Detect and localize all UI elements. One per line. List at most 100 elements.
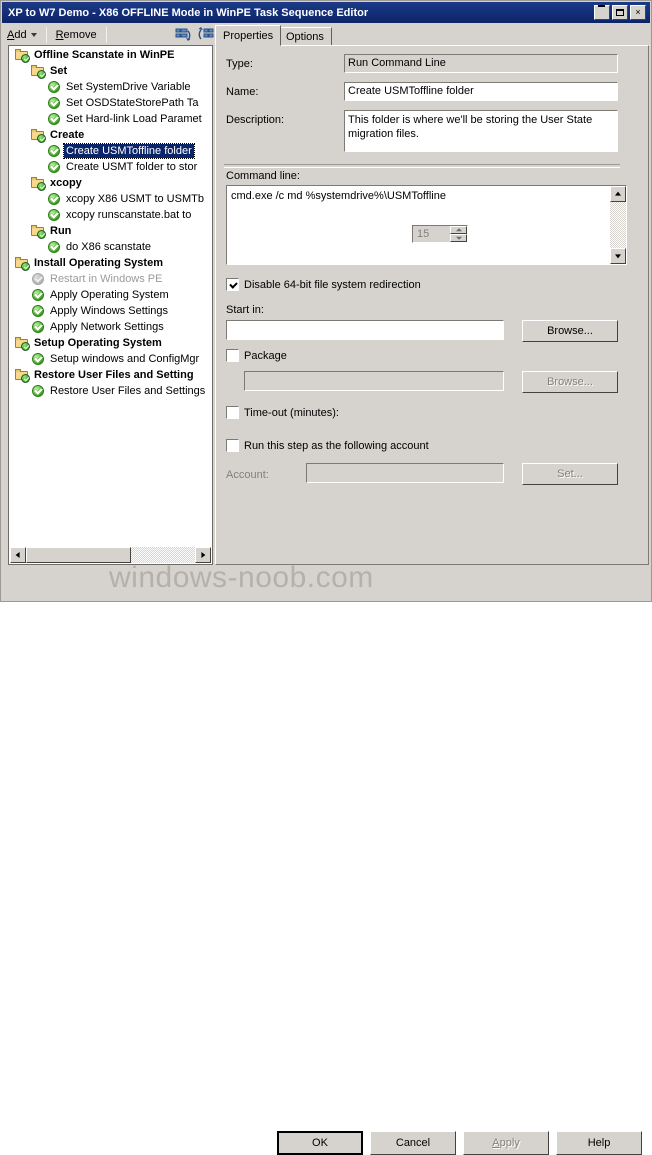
- apply-button: Apply: [463, 1131, 549, 1155]
- task-sequence-tree[interactable]: Offline Scanstate in WinPE Set Set SystemD…: [10, 47, 211, 547]
- tree-item-label: do X86 scanstate: [66, 241, 152, 253]
- step-check-icon: [46, 111, 62, 127]
- remove-button[interactable]: Remove: [51, 25, 102, 45]
- tree-item[interactable]: Setup Operating System: [10, 335, 211, 351]
- folder-icon: [30, 175, 46, 191]
- window-title: XP to W7 Demo - X86 OFFLINE Mode in WinP…: [8, 6, 369, 19]
- timeout-value: 15: [417, 228, 430, 240]
- folder-icon: [30, 63, 46, 79]
- disable-redirection-checkbox[interactable]: [226, 278, 239, 291]
- tree-scroll-track[interactable]: [26, 547, 195, 563]
- tab-properties[interactable]: Properties: [215, 25, 282, 46]
- step-check-icon: [46, 95, 62, 111]
- timeout-decrement-button: [450, 234, 467, 242]
- watermark: windows-noob.com: [109, 561, 374, 594]
- toolbar-separator-1: [45, 27, 47, 43]
- disable-redirection-checkbox-row[interactable]: Disable 64-bit file system redirection: [226, 278, 421, 291]
- cancel-button[interactable]: Cancel: [370, 1131, 456, 1155]
- tree-item[interactable]: xcopy runscanstate.bat to: [10, 207, 211, 223]
- folder-icon: [30, 127, 46, 143]
- folder-check-badge-icon: [37, 230, 46, 239]
- step-check-icon: [30, 383, 46, 399]
- minimize-button[interactable]: [594, 5, 610, 20]
- account-label: Account:: [226, 469, 269, 481]
- tree-item[interactable]: xcopy: [10, 175, 211, 191]
- arrow-up-icon: [615, 191, 621, 196]
- close-button[interactable]: ×: [630, 5, 646, 20]
- tree-item[interactable]: Set Hard-link Load Paramet: [10, 111, 211, 127]
- step-check-icon: [46, 143, 62, 159]
- folder-check-badge-icon: [21, 342, 30, 351]
- tree-item[interactable]: Apply Windows Settings: [10, 303, 211, 319]
- add-button[interactable]: Add: [2, 25, 42, 45]
- step-check-icon: [46, 207, 62, 223]
- task-sequence-editor-window: XP to W7 Demo - X86 OFFLINE Mode in WinP…: [0, 0, 652, 1155]
- arrow-right-icon: [201, 552, 206, 558]
- folder-icon: [14, 367, 30, 383]
- folder-icon: [30, 223, 46, 239]
- move-down-icon[interactable]: [195, 25, 215, 45]
- move-up-icon[interactable]: [173, 25, 193, 45]
- timeout-increment-button: [450, 226, 467, 234]
- tree-item-label: Restore User Files and Setting: [34, 369, 194, 381]
- tree-item[interactable]: Restore User Files and Settings: [10, 383, 211, 399]
- tree-item[interactable]: do X86 scanstate: [10, 239, 211, 255]
- arrow-up-icon: [455, 228, 462, 232]
- package-checkbox-row[interactable]: Package: [226, 349, 287, 362]
- maximize-button[interactable]: [612, 5, 628, 20]
- ok-button[interactable]: OK: [277, 1131, 363, 1155]
- tree-item-label: Install Operating System: [34, 257, 163, 269]
- timeout-label: Time-out (minutes):: [244, 406, 339, 419]
- close-icon: ×: [635, 7, 641, 17]
- tree-item[interactable]: Restore User Files and Setting: [10, 367, 211, 383]
- help-button[interactable]: Help: [556, 1131, 642, 1155]
- tree-item[interactable]: Apply Network Settings: [10, 319, 211, 335]
- tree-item-label: xcopy: [50, 177, 82, 189]
- tree-item[interactable]: Set OSDStateStorePath Ta: [10, 95, 211, 111]
- command-line-scrollbar[interactable]: [610, 186, 626, 264]
- package-checkbox[interactable]: [226, 349, 239, 362]
- step-check-icon: [30, 351, 46, 367]
- tree-item[interactable]: Restart in Windows PE: [10, 271, 211, 287]
- scroll-left-button[interactable]: [10, 547, 26, 563]
- tree-item-label: Restart in Windows PE: [50, 273, 163, 285]
- help-button-label: Help: [587, 1137, 611, 1149]
- command-scroll-up-button[interactable]: [610, 186, 626, 202]
- tab-options[interactable]: Options: [278, 27, 332, 46]
- tree-item[interactable]: Create USMToffline folder: [10, 143, 211, 159]
- folder-check-badge-icon: [21, 262, 30, 271]
- tree-item[interactable]: Install Operating System: [10, 255, 211, 271]
- step-check-icon: [30, 319, 46, 335]
- tab-strip: Properties Options: [215, 25, 650, 46]
- tree-item[interactable]: Setup windows and ConfigMgr: [10, 351, 211, 367]
- start-in-field[interactable]: [226, 320, 504, 340]
- tree-item[interactable]: Create: [10, 127, 211, 143]
- run-as-account-checkbox[interactable]: [226, 439, 239, 452]
- tree-item[interactable]: Create USMT folder to stor: [10, 159, 211, 175]
- tree-item[interactable]: Run: [10, 223, 211, 239]
- scroll-right-button[interactable]: [195, 547, 211, 563]
- tree-scroll-thumb[interactable]: [26, 547, 131, 563]
- tree-item[interactable]: Set: [10, 63, 211, 79]
- command-line-label: Command line:: [226, 170, 300, 182]
- timeout-checkbox-row[interactable]: Time-out (minutes):: [226, 406, 339, 419]
- tree-item[interactable]: xcopy X86 USMT to USMTb: [10, 191, 211, 207]
- command-scroll-down-button[interactable]: [610, 248, 626, 264]
- timeout-checkbox[interactable]: [226, 406, 239, 419]
- remove-button-label: Remove: [55, 29, 97, 41]
- step-check-icon: [46, 191, 62, 207]
- name-field[interactable]: Create USMToffline folder: [344, 82, 618, 101]
- tree-item[interactable]: Offline Scanstate in WinPE: [10, 47, 211, 63]
- dialog-button-bar: windows-noob.com OK Cancel Apply Help: [1, 561, 651, 1155]
- tree-horizontal-scrollbar[interactable]: [10, 546, 211, 563]
- account-field: [306, 463, 504, 483]
- tree-item[interactable]: Apply Operating System: [10, 287, 211, 303]
- start-in-browse-button[interactable]: Browse...: [522, 320, 618, 342]
- description-field[interactable]: This folder is where we'll be storing th…: [344, 110, 618, 152]
- tree-item[interactable]: Set SystemDrive Variable: [10, 79, 211, 95]
- run-as-account-label: Run this step as the following account: [244, 439, 429, 452]
- cancel-button-label: Cancel: [395, 1137, 431, 1149]
- start-in-browse-label: Browse...: [547, 325, 593, 337]
- account-set-label: Set...: [557, 468, 583, 480]
- run-as-account-checkbox-row[interactable]: Run this step as the following account: [226, 439, 429, 452]
